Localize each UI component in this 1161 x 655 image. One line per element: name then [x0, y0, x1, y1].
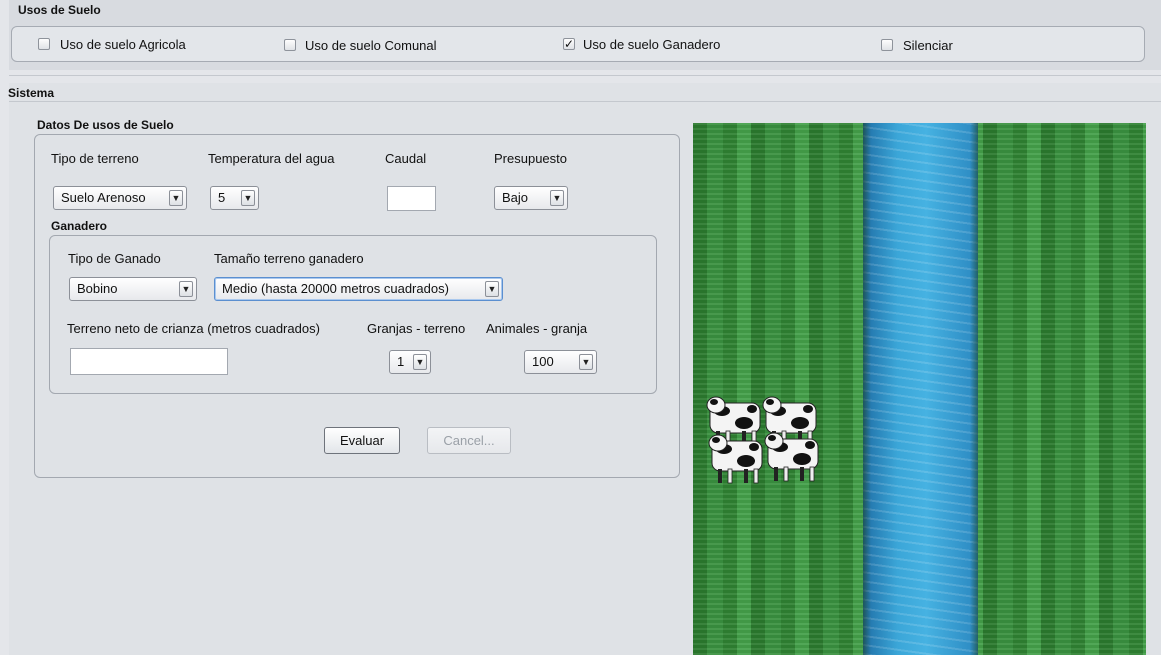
tipo-terreno-label: Tipo de terreno	[51, 151, 139, 166]
temperatura-label: Temperatura del agua	[208, 151, 335, 166]
checkbox-box[interactable]	[881, 39, 893, 51]
animales-label: Animales - granja	[486, 321, 588, 336]
datos-title: Datos De usos de Suelo	[37, 118, 174, 132]
sistema-title: Sistema	[8, 86, 55, 100]
checkbox-box[interactable]	[38, 38, 50, 50]
chevron-down-icon[interactable]: ▼	[241, 190, 255, 206]
cow-herd-graphic	[706, 396, 819, 484]
checkbox-ganadero[interactable]: ✓ Uso de suelo Ganadero	[563, 37, 763, 53]
caudal-label: Caudal	[385, 151, 427, 166]
cancel-button[interactable]: Cancel...	[427, 427, 511, 454]
checkbox-silenciar[interactable]: Silenciar	[881, 38, 1001, 54]
river	[863, 123, 978, 655]
select-value: Bobino	[77, 281, 118, 296]
evaluar-button[interactable]: Evaluar	[324, 427, 400, 454]
cow-herd-icon	[706, 391, 824, 499]
presupuesto-select[interactable]: Bajo ▼	[494, 186, 568, 210]
select-value: 100	[532, 354, 554, 369]
tipo-ganado-label: Tipo de Ganado	[68, 251, 161, 266]
terreno-neto-input[interactable]	[70, 348, 228, 375]
checkbox-label: Uso de suelo Agricola	[60, 37, 186, 52]
checkbox-label: Silenciar	[903, 38, 953, 53]
checkbox-comunal[interactable]: Uso de suelo Comunal	[284, 38, 484, 54]
checkbox-agricola[interactable]: Uso de suelo Agricola	[38, 37, 238, 53]
presupuesto-label: Presupuesto	[494, 151, 567, 166]
select-value: Medio (hasta 20000 metros cuadrados)	[222, 281, 449, 296]
tamano-label: Tamaño terreno ganadero	[214, 251, 364, 266]
tipo-ganado-select[interactable]: Bobino ▼	[69, 277, 197, 301]
chevron-down-icon[interactable]: ▼	[485, 281, 499, 297]
chevron-down-icon[interactable]: ▼	[550, 190, 564, 206]
chevron-down-icon[interactable]: ▼	[413, 354, 427, 370]
checkbox-box[interactable]	[284, 39, 296, 51]
granjas-label: Granjas - terreno	[367, 321, 466, 336]
usos-suelo-title: Usos de Suelo	[18, 3, 101, 17]
simulation-view	[693, 123, 1146, 655]
select-value: Bajo	[502, 190, 529, 205]
granjas-select[interactable]: 1 ▼	[389, 350, 431, 374]
chevron-down-icon[interactable]: ▼	[169, 190, 183, 206]
select-value: Suelo Arenoso	[61, 190, 146, 205]
checkbox-label: Uso de suelo Ganadero	[583, 37, 721, 52]
terreno-neto-label: Terreno neto de crianza (metros cuadrado…	[67, 321, 320, 336]
divider	[9, 101, 1161, 102]
chevron-down-icon[interactable]: ▼	[579, 354, 593, 370]
animales-select[interactable]: 100 ▼	[524, 350, 597, 374]
checkbox-label: Uso de suelo Comunal	[305, 38, 437, 53]
chevron-down-icon[interactable]: ▼	[179, 281, 193, 297]
tamano-select[interactable]: Medio (hasta 20000 metros cuadrados) ▼	[214, 277, 503, 301]
ganadero-title: Ganadero	[51, 219, 108, 233]
checkmark-icon[interactable]: ✓	[563, 38, 575, 50]
temperatura-select[interactable]: 5 ▼	[210, 186, 259, 210]
select-value: 5	[218, 190, 226, 205]
tipo-terreno-select[interactable]: Suelo Arenoso ▼	[53, 186, 187, 210]
divider	[9, 75, 1161, 76]
caudal-input[interactable]	[387, 186, 436, 211]
select-value: 1	[397, 354, 405, 369]
